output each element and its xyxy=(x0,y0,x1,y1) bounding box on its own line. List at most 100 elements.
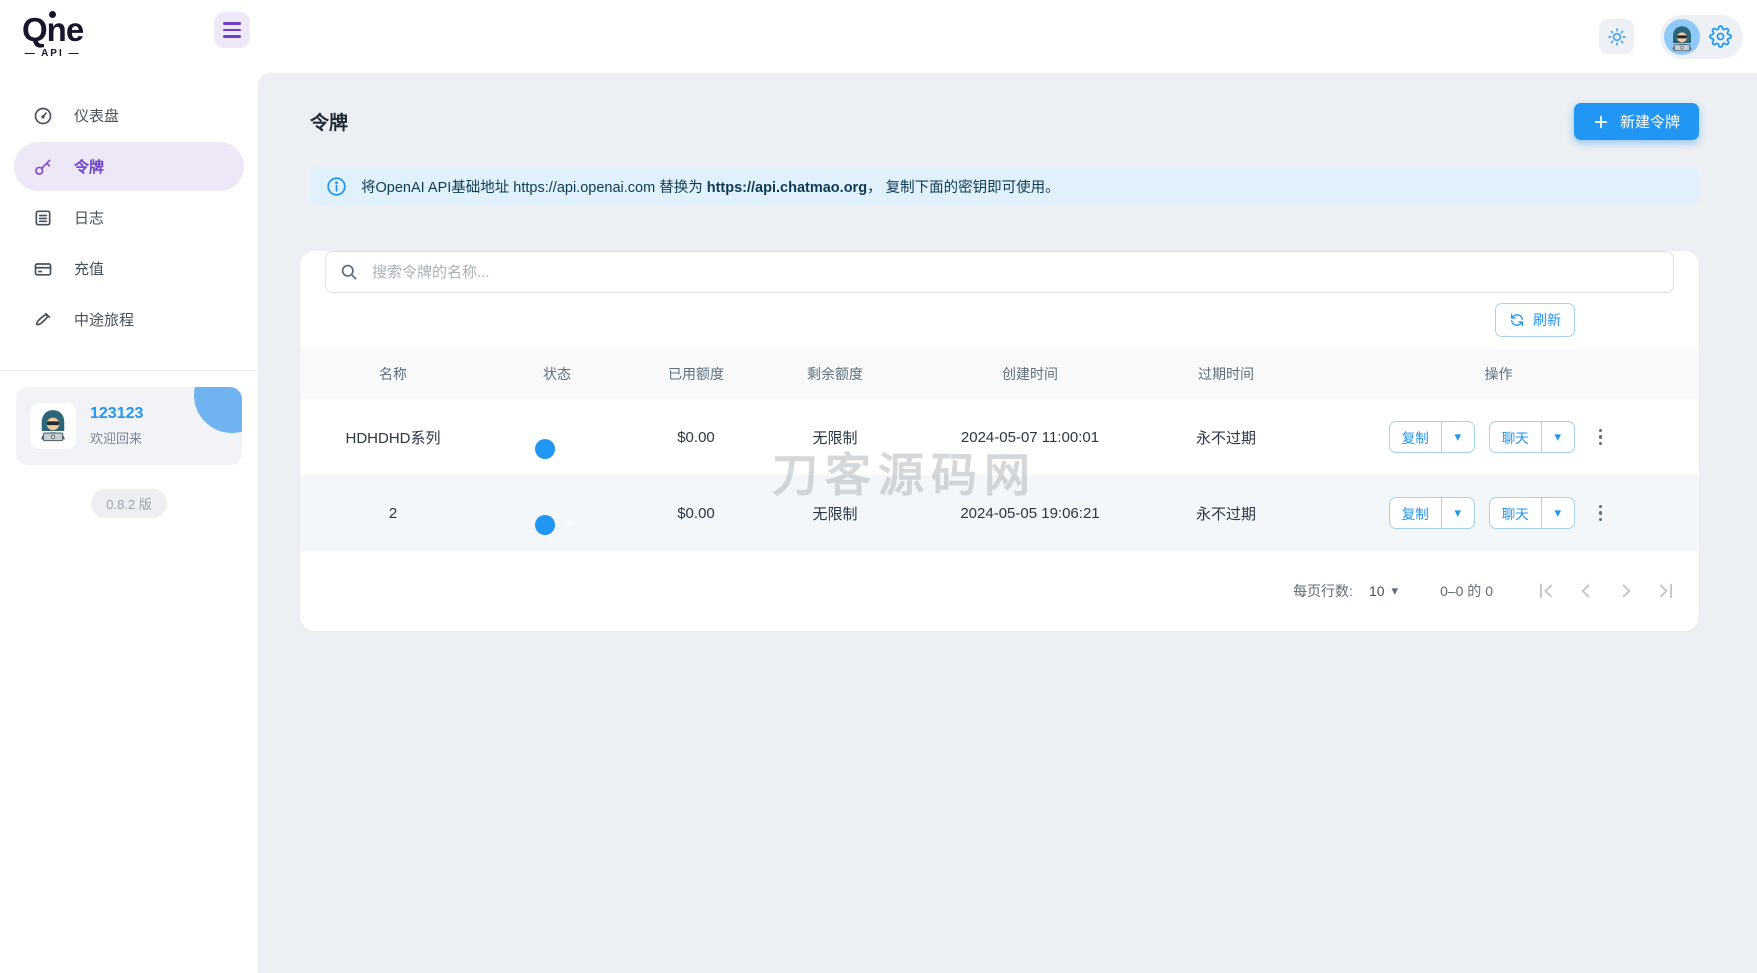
chat-split-button: 聊天 xyxy=(1488,421,1575,453)
column-header-actions: 操作 xyxy=(1484,366,1513,382)
copy-dropdown-arrow[interactable] xyxy=(1440,422,1474,452)
pagination-nav xyxy=(1533,578,1679,604)
refresh-icon xyxy=(1509,312,1525,328)
chat-button[interactable]: 聊天 xyxy=(1490,498,1541,528)
search-icon xyxy=(339,262,359,282)
last-page-button[interactable] xyxy=(1653,578,1679,604)
column-header-status: 状态 xyxy=(543,366,571,382)
sidebar-item-dashboard[interactable]: 仪表盘 xyxy=(14,91,244,140)
notice-banner: 将OpenAI API基础地址 https://api.openai.com 替… xyxy=(310,167,1699,205)
copy-dropdown-arrow[interactable] xyxy=(1440,498,1474,528)
column-header-remaining-quota: 剩余额度 xyxy=(807,366,863,382)
remaining-quota: 无限制 xyxy=(812,429,858,447)
sidebar-item-midjourney[interactable]: 中途旅程 xyxy=(14,295,244,344)
column-header-used-quota: 已用额度 xyxy=(668,366,724,382)
first-page-button[interactable] xyxy=(1533,578,1559,604)
column-header-name: 名称 xyxy=(379,366,407,382)
copy-button[interactable]: 复制 xyxy=(1390,498,1441,528)
user-card[interactable]: 123123 欢迎回来 xyxy=(16,387,242,466)
token-name: HDHDHD系列 xyxy=(345,429,441,447)
toggle-knob xyxy=(535,438,555,459)
recharge-icon xyxy=(32,259,54,279)
version-badge: 0.8.2 版 xyxy=(91,489,167,519)
user-name: 123123 xyxy=(90,405,144,423)
copy-button[interactable]: 复制 xyxy=(1390,422,1441,452)
key-icon xyxy=(32,157,54,177)
page-head: 令牌 新建令牌 xyxy=(300,103,1699,140)
token-table-card: 刀客源码网 刷新 名称 状态 已用额度 剩余额度 xyxy=(300,251,1699,631)
refresh-row: 刷新 xyxy=(300,293,1699,349)
copy-split-button: 复制 xyxy=(1388,421,1475,453)
sidebar-item-logs[interactable]: 日志 xyxy=(14,193,244,242)
sidebar-header: Qne — API — xyxy=(0,0,258,59)
chat-button[interactable]: 聊天 xyxy=(1490,422,1541,452)
table-row: HDHDHD系列 $0.00 无限制 2024-05-07 11:00:01 永… xyxy=(300,399,1699,475)
rows-per-page-select[interactable]: 10 xyxy=(1369,583,1398,599)
user-card-decoration xyxy=(194,387,242,434)
sidebar-item-label: 中途旅程 xyxy=(74,312,135,330)
content: 令牌 新建令牌 将OpenAI API基础地址 https://api.open… xyxy=(258,73,1757,973)
sidebar-item-recharge[interactable]: 充值 xyxy=(14,244,244,293)
search-bar xyxy=(325,251,1674,293)
dashboard-icon xyxy=(32,106,54,126)
sidebar-collapse-button[interactable] xyxy=(214,12,250,48)
chevron-left-icon xyxy=(1581,584,1590,598)
chevron-right-icon xyxy=(1622,584,1631,598)
avatar xyxy=(1664,18,1700,55)
user-greeting: 欢迎回来 xyxy=(90,431,143,447)
first-page-icon xyxy=(1540,583,1552,599)
pagination-range: 0–0 的 0 xyxy=(1440,583,1493,599)
remaining-quota: 无限制 xyxy=(812,505,858,523)
sidebar-divider xyxy=(0,370,258,372)
avatar xyxy=(30,403,76,450)
expiry-time: 永不过期 xyxy=(1195,429,1256,447)
search-input[interactable] xyxy=(325,251,1674,293)
rows-per-page-label: 每页行数: xyxy=(1293,583,1353,599)
copy-split-button: 复制 xyxy=(1388,497,1475,529)
brush-icon xyxy=(32,310,54,330)
used-quota: $0.00 xyxy=(677,428,715,446)
logs-icon xyxy=(32,208,54,228)
column-header-created-time: 创建时间 xyxy=(1002,366,1058,382)
brand-subtitle: — API — xyxy=(24,48,81,60)
last-page-icon xyxy=(1660,583,1672,599)
pagination: 每页行数: 10 0–0 的 0 xyxy=(300,551,1699,631)
sidebar-item-label: 仪表盘 xyxy=(74,108,120,126)
chat-dropdown-arrow[interactable] xyxy=(1540,422,1574,452)
more-actions-button[interactable] xyxy=(1593,499,1609,528)
new-token-button[interactable]: 新建令牌 xyxy=(1573,103,1699,140)
column-header-expiry-time: 过期时间 xyxy=(1198,366,1254,382)
table-row: 2 $0.00 无限制 2024-05-05 19:06:21 永不过期 复制 … xyxy=(300,475,1699,551)
previous-page-button[interactable] xyxy=(1573,578,1599,604)
topbar xyxy=(258,0,1757,73)
user-info: 123123 欢迎回来 xyxy=(90,405,143,447)
table-header-row: 名称 状态 已用额度 剩余额度 创建时间 过期时间 操作 xyxy=(300,349,1699,399)
sun-icon xyxy=(1607,27,1627,47)
created-time: 2024-05-07 11:00:01 xyxy=(960,428,1100,446)
token-name: 2 xyxy=(388,504,398,522)
sidebar-nav: 仪表盘 令牌 日志 充值 中途旅程 xyxy=(0,91,258,346)
brand-dot xyxy=(48,11,56,18)
refresh-button[interactable]: 刷新 xyxy=(1495,303,1575,337)
chat-dropdown-arrow[interactable] xyxy=(1540,498,1574,528)
brand-logo: Qne — API — xyxy=(22,11,84,60)
sidebar-item-label: 日志 xyxy=(74,210,105,228)
more-actions-button[interactable] xyxy=(1593,423,1609,452)
theme-toggle-button[interactable] xyxy=(1599,19,1634,54)
next-page-button[interactable] xyxy=(1613,578,1639,604)
page-title: 令牌 xyxy=(310,113,349,134)
profile-menu[interactable] xyxy=(1660,14,1743,59)
sidebar: Qne — API — 仪表盘 令牌 日志 充值 中途旅程 123123 欢迎回… xyxy=(0,0,258,973)
main-area: 令牌 新建令牌 将OpenAI API基础地址 https://api.open… xyxy=(258,0,1757,973)
sidebar-item-label: 充值 xyxy=(74,261,105,279)
plus-icon xyxy=(1593,114,1609,130)
row-actions: 复制 聊天 xyxy=(1298,421,1699,453)
used-quota: $0.00 xyxy=(677,504,715,522)
info-icon xyxy=(326,176,347,197)
row-actions: 复制 聊天 xyxy=(1298,497,1699,529)
sidebar-item-tokens[interactable]: 令牌 xyxy=(14,142,244,192)
expiry-time: 永不过期 xyxy=(1195,505,1256,523)
created-time: 2024-05-05 19:06:21 xyxy=(960,504,1100,522)
gear-icon[interactable] xyxy=(1709,25,1732,48)
notice-text: 将OpenAI API基础地址 https://api.openai.com 替… xyxy=(361,179,1060,196)
